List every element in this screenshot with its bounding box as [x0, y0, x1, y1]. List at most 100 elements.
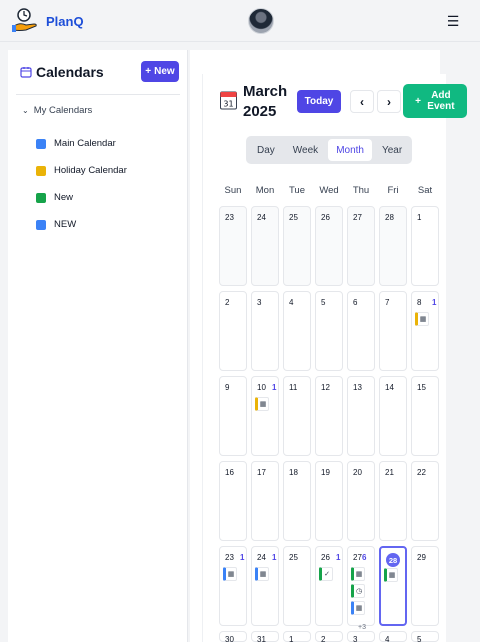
day-number: 12 — [321, 383, 330, 392]
view-tab-year[interactable]: Year — [374, 139, 410, 161]
today-button[interactable]: Today — [297, 90, 341, 113]
view-tab-day[interactable]: Day — [249, 139, 283, 161]
day-number: 5 — [417, 635, 422, 642]
day-cell[interactable]: 13 — [347, 376, 375, 456]
day-cell[interactable]: 5 — [315, 291, 343, 371]
new-calendar-button[interactable]: + New — [141, 61, 179, 82]
page-margin — [440, 50, 480, 642]
day-number: 27 — [353, 213, 362, 222]
day-number: 22 — [417, 468, 426, 477]
day-cell[interactable]: 21 — [379, 461, 407, 541]
calendar-color-swatch[interactable] — [36, 138, 46, 149]
day-cell[interactable]: 25 — [283, 546, 311, 626]
day-number: 24 — [257, 213, 266, 222]
day-cell[interactable]: 18 — [283, 461, 311, 541]
day-cell[interactable]: 29 — [411, 546, 439, 626]
day-cell[interactable]: 24 1 ▦ — [251, 546, 279, 626]
day-cell[interactable]: 3 — [347, 631, 375, 642]
day-cell[interactable]: 7 — [379, 291, 407, 371]
calendars-sidebar: Calendars + New ⌄ My Calendars Main Cale… — [8, 50, 188, 642]
event-chip[interactable]: ▦ — [223, 567, 237, 581]
day-number: 23 — [225, 213, 234, 222]
day-cell[interactable]: 9 — [219, 376, 247, 456]
event-chip[interactable]: ▦ — [415, 312, 429, 326]
day-cell[interactable]: 23 — [219, 206, 247, 286]
day-cell[interactable]: 1 — [411, 206, 439, 286]
calendar-color-swatch[interactable] — [36, 192, 46, 203]
hamburger-menu-icon[interactable]: ☰ — [445, 13, 461, 29]
day-number: 15 — [417, 383, 426, 392]
day-cell[interactable]: 26 — [315, 206, 343, 286]
day-cell[interactable]: 12 — [315, 376, 343, 456]
add-event-button[interactable]: + Add Event — [403, 84, 467, 118]
day-number: 17 — [257, 468, 266, 477]
day-cell[interactable]: 2 — [315, 631, 343, 642]
event-count-badge: 1 — [272, 383, 277, 392]
day-cell[interactable]: 31 — [251, 631, 279, 642]
day-cell[interactable]: 20 — [347, 461, 375, 541]
day-number: 31 — [257, 635, 266, 642]
event-chip[interactable]: ▦ — [351, 601, 365, 615]
next-month-button[interactable]: › — [377, 90, 401, 113]
calendar-date-icon: 31 — [220, 90, 237, 110]
day-cell-today[interactable]: 28 ▦ — [379, 546, 407, 626]
day-cell[interactable]: 6 — [347, 291, 375, 371]
event-count-badge: 1 — [336, 553, 341, 562]
calendar-color-swatch[interactable] — [36, 219, 46, 230]
day-cell[interactable]: 27 — [347, 206, 375, 286]
brand[interactable]: PlanQ — [12, 8, 84, 34]
day-number: 21 — [385, 468, 394, 477]
weekday-label: Thu — [352, 185, 370, 196]
day-cell[interactable]: 19 — [315, 461, 343, 541]
day-cell[interactable]: 28 — [379, 206, 407, 286]
view-tab-week[interactable]: Week — [285, 139, 326, 161]
day-number: 2 — [225, 298, 230, 307]
my-calendars-group-toggle[interactable]: ⌄ My Calendars — [22, 105, 92, 116]
day-cell[interactable]: 23 1 ▦ — [219, 546, 247, 626]
day-cell[interactable]: 14 — [379, 376, 407, 456]
day-cell[interactable]: 3 — [251, 291, 279, 371]
event-chip[interactable]: ▦ — [351, 567, 365, 581]
day-number: 27 — [353, 553, 362, 562]
day-cell[interactable]: 4 — [379, 631, 407, 642]
day-cell[interactable]: 10 1 ▦ — [251, 376, 279, 456]
day-cell[interactable]: 2 — [219, 291, 247, 371]
day-cell[interactable]: 15 — [411, 376, 439, 456]
event-chip[interactable]: ▦ — [384, 568, 398, 582]
calendar-list-item[interactable]: NEW — [36, 211, 127, 238]
calendar-list-item[interactable]: Holiday Calendar — [36, 157, 127, 184]
calendar-list-item[interactable]: Main Calendar — [36, 130, 127, 157]
day-cell[interactable]: 22 — [411, 461, 439, 541]
event-count-badge: 1 — [432, 298, 437, 307]
day-cell[interactable]: 4 — [283, 291, 311, 371]
weekday-label: Sat — [417, 185, 433, 196]
day-cell[interactable]: 24 — [251, 206, 279, 286]
day-cell[interactable]: 16 — [219, 461, 247, 541]
event-chip[interactable]: ▦ — [255, 567, 269, 581]
day-cell[interactable]: 11 — [283, 376, 311, 456]
day-cell[interactable]: 30 — [219, 631, 247, 642]
day-number: 1 — [417, 213, 422, 222]
calendar-color-swatch[interactable] — [36, 165, 46, 176]
day-cell[interactable]: 1 — [283, 631, 311, 642]
day-cell[interactable]: 27 6 ▦ ◷ ▦ — [347, 546, 375, 626]
sidebar-title: Calendars — [36, 64, 104, 80]
user-avatar[interactable] — [248, 8, 274, 34]
event-chip[interactable]: ✓ — [319, 567, 333, 581]
more-events-link[interactable]: +3 — [358, 624, 366, 631]
day-cell[interactable]: 5 — [411, 631, 439, 642]
day-cell[interactable]: 8 1 ▦ — [411, 291, 439, 371]
calendar-list: Main Calendar Holiday Calendar New NEW — [36, 130, 127, 238]
day-number: 26 — [321, 213, 330, 222]
day-cell[interactable]: 26 1 ✓ — [315, 546, 343, 626]
view-tab-month[interactable]: Month — [328, 139, 372, 161]
day-cell[interactable]: 25 — [283, 206, 311, 286]
day-number: 1 — [289, 635, 294, 642]
day-number: 24 — [257, 553, 266, 562]
day-number: 29 — [417, 553, 426, 562]
event-chip[interactable]: ▦ — [255, 397, 269, 411]
day-cell[interactable]: 17 — [251, 461, 279, 541]
event-chip[interactable]: ◷ — [351, 584, 365, 598]
prev-month-button[interactable]: ‹ — [350, 90, 374, 113]
calendar-list-item[interactable]: New — [36, 184, 127, 211]
